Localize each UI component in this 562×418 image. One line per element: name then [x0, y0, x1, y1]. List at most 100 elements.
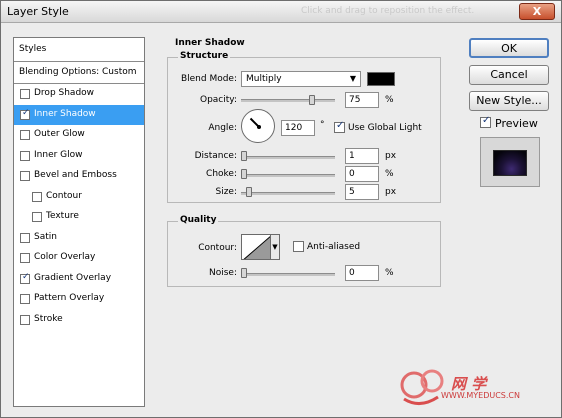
- noise-field[interactable]: 0: [345, 265, 379, 281]
- style-checkbox[interactable]: [20, 232, 30, 243]
- contour-curve-icon: [243, 236, 270, 259]
- use-global-light-label: Use Global Light: [348, 123, 422, 133]
- preview-label: Preview: [495, 117, 538, 130]
- choke-field[interactable]: 0: [345, 166, 379, 182]
- style-checkbox[interactable]: [20, 89, 30, 99]
- blend-mode-select[interactable]: Multiply ▼: [241, 71, 361, 87]
- style-item-label: Color Overlay: [34, 252, 96, 262]
- distance-slider-thumb[interactable]: [241, 151, 247, 161]
- style-checkbox[interactable]: [20, 130, 30, 140]
- style-item-label: Texture: [46, 211, 79, 221]
- noise-slider[interactable]: [241, 273, 335, 276]
- quality-title: Quality: [178, 215, 219, 225]
- anti-aliased-label: Anti-aliased: [307, 242, 361, 252]
- noise-unit: %: [385, 268, 394, 278]
- angle-unit: °: [320, 120, 325, 130]
- style-item-label: Drop Shadow: [34, 88, 95, 98]
- style-item-outer-glow[interactable]: Outer Glow: [14, 125, 144, 145]
- style-checkbox[interactable]: [20, 150, 30, 161]
- use-global-light-checkbox[interactable]: ✓: [334, 120, 345, 133]
- inner-shadow-section-title: Inner Shadow: [175, 38, 245, 48]
- preview-frame: [480, 137, 540, 187]
- distance-unit: px: [385, 151, 397, 161]
- angle-dial[interactable]: [241, 109, 275, 143]
- style-item-pattern-overlay[interactable]: Pattern Overlay: [14, 289, 144, 309]
- distance-field[interactable]: 1: [345, 148, 379, 164]
- style-item-stroke[interactable]: Stroke: [14, 310, 144, 330]
- style-item-gradient-overlay[interactable]: ✓ Gradient Overlay: [14, 269, 144, 289]
- opacity-slider-thumb[interactable]: [308, 95, 315, 105]
- contour-preview[interactable]: [241, 234, 271, 260]
- style-item-label: Outer Glow: [34, 129, 85, 139]
- distance-slider[interactable]: [241, 156, 335, 159]
- size-label: Size:: [215, 187, 237, 197]
- style-checkbox[interactable]: [32, 191, 42, 202]
- angle-label: Angle:: [208, 123, 237, 133]
- style-checkbox[interactable]: [20, 253, 30, 263]
- blending-options-item[interactable]: Blending Options: Custom: [14, 62, 144, 84]
- style-item-label: Inner Shadow: [34, 108, 96, 119]
- style-item-inner-glow[interactable]: Inner Glow: [14, 146, 144, 166]
- style-checkbox[interactable]: ✓: [20, 271, 30, 284]
- choke-slider-thumb[interactable]: [241, 169, 247, 179]
- checkmark-icon: ✓: [22, 271, 30, 282]
- style-item-texture[interactable]: Texture: [14, 207, 144, 227]
- size-slider-thumb[interactable]: [246, 187, 252, 197]
- checkmark-icon: ✓: [482, 115, 491, 126]
- angle-dial-center: [257, 125, 261, 129]
- size-unit: px: [385, 187, 397, 197]
- opacity-unit: %: [385, 95, 394, 105]
- cancel-button[interactable]: Cancel: [469, 65, 549, 85]
- angle-field[interactable]: 120: [281, 120, 315, 136]
- window-title: Layer Style: [7, 5, 69, 18]
- anti-aliased-checkbox[interactable]: [293, 241, 304, 252]
- distance-label: Distance:: [194, 151, 237, 161]
- noise-slider-thumb[interactable]: [241, 268, 247, 278]
- style-checkbox[interactable]: [20, 294, 30, 304]
- style-item-inner-shadow[interactable]: ✓ Inner Shadow: [14, 104, 144, 125]
- contour-dropdown-button[interactable]: ▼: [270, 234, 280, 260]
- style-item-label: Stroke: [34, 313, 63, 324]
- style-checkbox[interactable]: ✓: [20, 107, 30, 120]
- size-field[interactable]: 5: [345, 184, 379, 200]
- chevron-down-icon: ▼: [272, 243, 278, 251]
- style-item-bevel-and-emboss[interactable]: Bevel and Emboss: [14, 166, 144, 186]
- style-item-color-overlay[interactable]: Color Overlay: [14, 248, 144, 268]
- style-checkbox[interactable]: [32, 212, 42, 222]
- watermark-url: WWW.MYEDUCS.CN: [441, 391, 520, 400]
- checkmark-icon: ✓: [22, 107, 30, 118]
- structure-title: Structure: [178, 51, 231, 61]
- ok-button[interactable]: OK: [469, 38, 549, 58]
- layer-style-dialog: Layer Style Click and drag to reposition…: [0, 0, 562, 418]
- opacity-field[interactable]: 75: [345, 92, 379, 108]
- size-slider[interactable]: [241, 192, 335, 195]
- choke-unit: %: [385, 169, 394, 179]
- contour-label: Contour:: [198, 243, 237, 253]
- choke-slider[interactable]: [241, 174, 335, 177]
- ghost-title-text: Click and drag to reposition the effect.: [301, 6, 475, 16]
- blend-mode-value: Multiply: [246, 74, 282, 84]
- checkmark-icon: ✓: [336, 120, 345, 131]
- style-item-label: Pattern Overlay: [34, 293, 105, 303]
- style-item-satin[interactable]: Satin: [14, 228, 144, 248]
- style-checkbox[interactable]: [20, 171, 30, 181]
- close-button[interactable]: X: [519, 3, 555, 20]
- style-item-contour[interactable]: Contour: [14, 187, 144, 207]
- style-item-label: Bevel and Emboss: [34, 170, 117, 180]
- style-item-label: Satin: [34, 231, 57, 242]
- preview-checkbox[interactable]: ✓: [480, 115, 491, 128]
- new-style-button[interactable]: New Style...: [469, 91, 549, 111]
- style-item-label: Contour: [46, 190, 82, 201]
- preview-swatch: [493, 150, 527, 176]
- style-item-drop-shadow[interactable]: Drop Shadow: [14, 84, 144, 104]
- style-checkbox[interactable]: [20, 314, 30, 325]
- shadow-color-swatch[interactable]: [367, 72, 395, 86]
- title-bar[interactable]: Layer Style Click and drag to reposition…: [1, 1, 561, 23]
- opacity-slider[interactable]: [241, 99, 335, 102]
- style-item-label: Inner Glow: [34, 149, 83, 160]
- choke-label: Choke:: [206, 169, 237, 179]
- styles-list: Styles Blending Options: Custom Drop Sha…: [13, 37, 145, 407]
- noise-label: Noise:: [209, 268, 237, 278]
- styles-header[interactable]: Styles: [14, 38, 144, 62]
- chevron-down-icon: ▼: [349, 74, 356, 83]
